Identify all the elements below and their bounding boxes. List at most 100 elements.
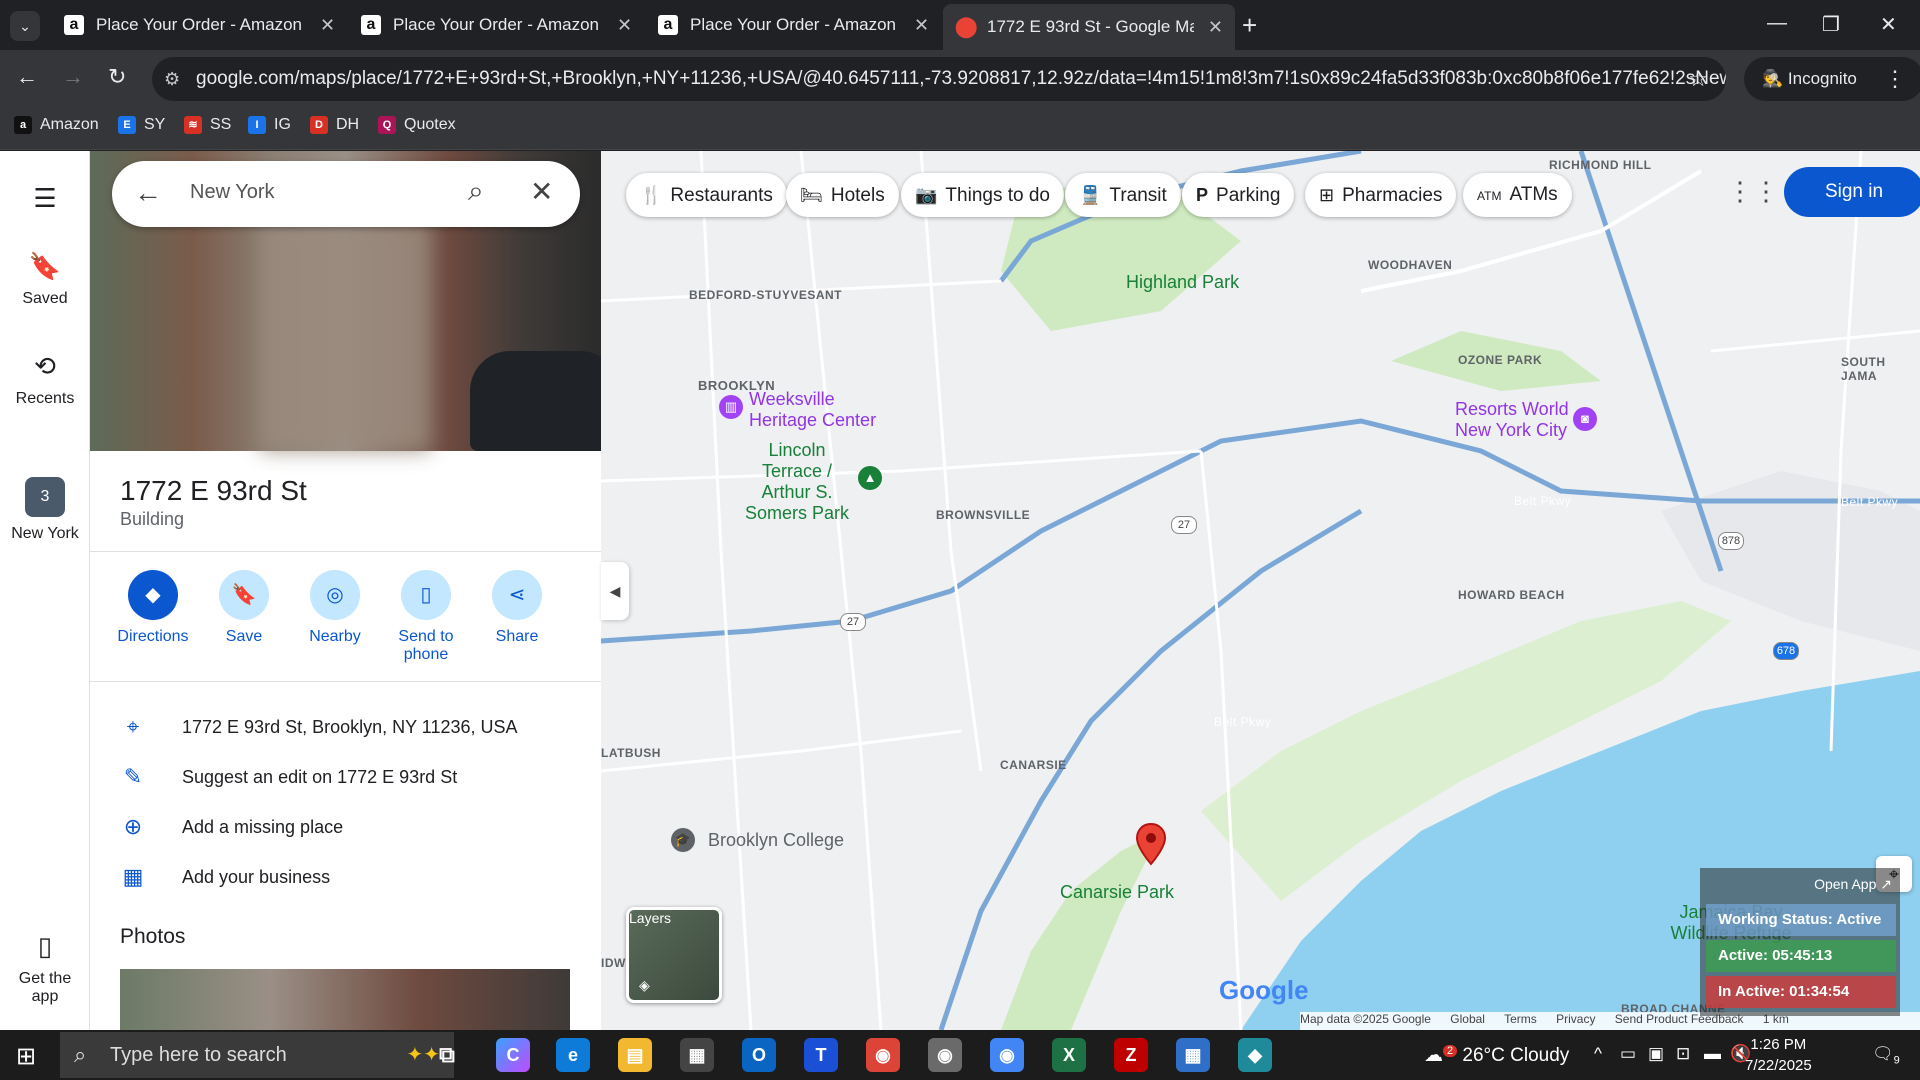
rail-recents[interactable]: ⟲ Recents [0,351,90,408]
close-tab-icon[interactable]: ✕ [1208,17,1223,38]
close-tab-icon[interactable]: ✕ [320,15,335,36]
bookmark-quotex[interactable]: Q Quotex [378,116,456,134]
notification-icon[interactable]: 🗨9 [1872,1044,1900,1066]
filezilla-icon[interactable]: Z [1114,1038,1148,1072]
map-place-weeksville[interactable]: Weeksville Heritage Center [749,389,899,431]
browser-toolbar: ← → ↻ ⚙ google.com/maps/place/1772+E+93r… [0,50,1920,108]
chip-hotels[interactable]: 🛏 Hotels [786,173,899,217]
excel-icon[interactable]: X [1052,1038,1086,1072]
windows-start-icon[interactable]: ⊞ [16,1042,36,1071]
tab-search-button[interactable]: ⌄ [10,11,40,41]
system-clock[interactable]: 1:26 PM 7/22/2025 [1745,1034,1812,1076]
place-type[interactable]: Building [120,509,184,530]
battery-icon[interactable]: ▬ [1704,1044,1721,1064]
add-place-row[interactable]: ⊕ Add a missing place [120,814,343,840]
map-place-highland-park[interactable]: Highland Park [1126,272,1239,293]
tray-chevron-icon[interactable]: ^ [1594,1044,1602,1064]
suggest-edit-row[interactable]: ✎ Suggest an edit on 1772 E 93rd St [120,764,457,790]
chip-parking[interactable]: P Parking [1182,173,1295,217]
minimize-icon[interactable]: — [1767,12,1787,35]
map-place-canarsie-park[interactable]: Canarsie Park [1060,882,1174,903]
casino-icon[interactable]: ◙ [1573,407,1597,431]
taskbar-search-box[interactable]: ⌕ Type here to search ✦✦ [60,1032,454,1078]
search-icon[interactable]: ⌕ [468,175,484,208]
close-tab-icon[interactable]: ✕ [914,15,929,36]
menu-icon[interactable]: ☰ [0,183,90,214]
search-input[interactable]: New York [190,181,275,204]
directions-button[interactable]: ◆ Directions [108,570,198,646]
park-icon[interactable]: ▲ [858,466,882,490]
location-pin-marker[interactable] [1135,822,1167,871]
outlook-icon[interactable]: O [742,1038,776,1072]
chip-restaurants[interactable]: 🍴 Restaurants [626,173,787,217]
nearby-button[interactable]: ◎ Nearby [290,570,380,646]
calculator-icon[interactable]: ▦ [1176,1038,1210,1072]
save-button[interactable]: 🔖 Save [199,570,289,646]
browser-tab[interactable]: a Place Your Order - Amazon Che ✕ [52,6,347,44]
chip-pharmacies[interactable]: ⊞ Pharmacies [1305,173,1457,217]
add-business-row[interactable]: ▦ Add your business [120,864,331,890]
footer-privacy-link[interactable]: Privacy [1556,1012,1595,1026]
bookmark-ss[interactable]: ≋ SS [184,116,231,134]
rail-saved-label: Saved [22,290,68,307]
chip-things-to-do[interactable]: 📷 Things to do [901,173,1064,217]
chrome-incognito-icon[interactable]: ◉ [928,1038,962,1072]
back-icon[interactable]: ← [16,64,38,90]
edge-icon[interactable]: e [556,1038,590,1072]
map-place-brooklyn-college[interactable]: Brooklyn College [708,830,844,851]
address-row[interactable]: ⌖ 1772 E 93rd St, Brooklyn, NY 11236, USA [120,714,518,740]
chip-transit[interactable]: 🚆 Transit [1065,173,1181,217]
tray-icon[interactable]: ⊡ [1676,1044,1690,1064]
chrome-icon[interactable]: ◉ [866,1038,900,1072]
photos-thumbnail[interactable] [120,969,570,1030]
browser-tab[interactable]: a Place Your Order - Amazon Che ✕ [646,6,941,44]
rail-saved[interactable]: 🔖 Saved [0,251,90,308]
chip-atms[interactable]: ATM ATMs [1463,173,1572,217]
new-tab-icon[interactable]: + [1242,10,1257,41]
reload-icon[interactable]: ↻ [108,64,126,90]
chrome-icon[interactable]: ◉ [990,1038,1024,1072]
address-bar[interactable]: ⚙ google.com/maps/place/1772+E+93rd+St,+… [152,57,1726,101]
forward-icon[interactable]: → [62,64,84,90]
site-info-icon[interactable]: ⚙ [164,57,180,101]
open-app-link[interactable]: Open App ↗ [1814,876,1892,893]
restore-icon[interactable]: ❐ [1822,12,1840,37]
sign-in-button[interactable]: Sign in [1784,167,1920,217]
send-to-phone-button[interactable]: ▯ Send to phone [381,570,471,664]
chip-label: Things to do [945,185,1050,206]
app-icon[interactable]: ◆ [1238,1038,1272,1072]
search-box[interactable]: ← New York ⌕ ✕ [112,161,580,227]
rail-recent-new-york[interactable]: 3 New York [0,477,90,543]
bookmark-sy[interactable]: E SY [118,116,165,134]
map-place-lincoln-terrace[interactable]: Lincoln Terrace / Arthur S. Somers Park [737,440,857,524]
close-icon[interactable]: ✕ [530,175,553,208]
teams-icon[interactable]: T [804,1038,838,1072]
file-explorer-icon[interactable]: ▤ [618,1038,652,1072]
rail-get-app[interactable]: ▯ Get the app [0,931,90,1006]
bookmark-dh[interactable]: D DH [310,116,359,134]
bookmark-star-icon[interactable]: ☆ [1688,57,1708,101]
collapse-panel-button[interactable]: ◀ [601,562,629,620]
inactive-time: In Active: 01:34:54 [1706,976,1896,1008]
browser-tab[interactable]: a Place Your Order - Amazon Che ✕ [349,6,644,44]
browser-tab-active[interactable]: ⬤ 1772 E 93rd St - Google Maps ✕ [943,4,1235,50]
copilot-icon[interactable]: C [496,1038,530,1072]
back-arrow-icon[interactable]: ← [134,177,162,209]
weather-widget[interactable]: ☁ 2 26°C Cloudy [1424,1044,1569,1067]
tray-icon[interactable]: ▭ [1620,1044,1636,1064]
museum-icon[interactable]: ▥ [719,395,743,419]
task-view-icon[interactable]: ⧉ [430,1038,464,1072]
tray-icon[interactable]: ▣ [1648,1044,1664,1064]
footer-global-link[interactable]: Global [1450,1012,1485,1026]
bookmark-amazon[interactable]: a Amazon [14,116,99,134]
more-menu-icon[interactable]: ⋮ [1884,66,1906,92]
school-icon[interactable]: 🎓 [671,828,695,852]
route-shield: 878 [1718,532,1744,550]
footer-terms-link[interactable]: Terms [1504,1012,1537,1026]
close-tab-icon[interactable]: ✕ [617,15,632,36]
bookmark-ig[interactable]: I IG [248,116,291,134]
close-window-icon[interactable]: ✕ [1880,12,1897,37]
store-icon[interactable]: ▦ [680,1038,714,1072]
layers-button[interactable]: ◈ Layers [626,907,722,1003]
share-button[interactable]: ⋖ Share [472,570,562,646]
